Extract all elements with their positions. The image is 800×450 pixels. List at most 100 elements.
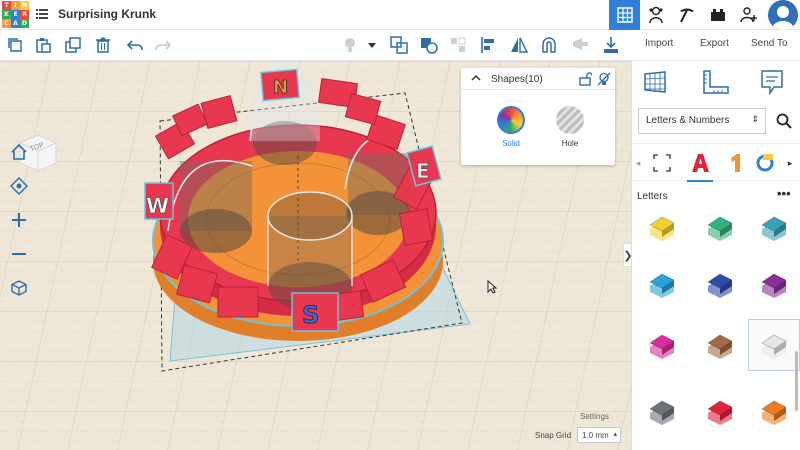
solid-label: Solid (502, 139, 520, 148)
more-options-button[interactable]: ••• (777, 186, 791, 201)
paste-button[interactable] (34, 36, 52, 54)
category-prev-button[interactable]: ◂ (632, 150, 644, 176)
align-icon (481, 37, 494, 53)
ruler-tool-button[interactable] (702, 69, 730, 98)
updown-chevron-icon: ⇕ (751, 114, 759, 124)
inspector-title: Shapes(10) (491, 74, 543, 85)
snap-grid-label: Snap Grid (535, 431, 572, 440)
letter-y-red-tile[interactable] (694, 385, 746, 437)
undo-icon (127, 40, 143, 51)
letter-x-gray-tile[interactable] (636, 385, 688, 437)
workplane-tool-button[interactable] (642, 69, 668, 98)
design-list-icon[interactable] (36, 8, 48, 20)
magnet-icon (542, 37, 556, 53)
letter-v-brown-tile[interactable] (694, 319, 746, 371)
shapes-panel: Letters & Numbers ⇕ ◂ ▸ Letters ••• (631, 61, 800, 450)
search-icon (776, 113, 792, 129)
3d-design-view-button[interactable] (609, 0, 640, 30)
letter-p-green-tile[interactable] (694, 201, 746, 253)
letter-w-text: W (146, 194, 169, 218)
gallery-button[interactable] (640, 0, 671, 30)
copy-icon (8, 38, 22, 52)
duplicate-button[interactable] (64, 36, 82, 54)
letter-n-text: N (273, 77, 288, 98)
letter-q-teal-tile[interactable] (748, 201, 800, 253)
shape-library-select[interactable]: Letters & Numbers ⇕ (638, 108, 766, 134)
workplane-grid-icon (644, 71, 666, 93)
minecraft-button[interactable] (671, 0, 702, 30)
workplane-button[interactable] (449, 36, 467, 54)
letter-s-navy-icon (707, 273, 733, 298)
plus-icon (12, 213, 26, 227)
panel-scrollbar[interactable] (795, 351, 798, 411)
ungroup-icon (421, 38, 438, 54)
mirror-button[interactable] (510, 36, 528, 54)
workplane-viewport[interactable]: N E S W TOP Shapes(10) Solid Hole Settin… (0, 61, 631, 450)
send-to-button[interactable]: Send To (751, 38, 788, 49)
copy-button[interactable] (6, 36, 24, 54)
group-button[interactable] (390, 36, 408, 54)
undo-button[interactable] (126, 36, 144, 54)
bricks-button[interactable] (702, 0, 733, 30)
redo-button[interactable] (154, 36, 172, 54)
invite-button[interactable] (733, 0, 764, 30)
collapse-chevron-icon[interactable] (471, 73, 481, 83)
caret-down-icon (368, 43, 376, 48)
letter-t-purple-tile[interactable] (748, 258, 800, 310)
letter-r-cyan-tile[interactable] (636, 258, 688, 310)
redo-icon (155, 40, 171, 51)
flashlight-button[interactable] (572, 36, 590, 54)
delete-button[interactable] (94, 36, 112, 54)
category-frame[interactable] (649, 150, 675, 176)
letter-block-n[interactable]: N (260, 68, 300, 102)
logo-letter: C (2, 19, 11, 28)
notes-dropdown-button[interactable] (366, 36, 378, 54)
category-symbols[interactable] (752, 150, 778, 176)
drop-button[interactable] (602, 36, 620, 54)
letter-block-s[interactable]: S (291, 292, 339, 332)
notes-button[interactable] (341, 36, 359, 54)
letter-z-orange-tile[interactable] (748, 385, 800, 437)
letter-u-magenta-icon (649, 334, 675, 359)
logo-letter: N (20, 1, 29, 10)
notes-tool-button[interactable] (760, 69, 784, 98)
align-button[interactable] (480, 36, 498, 54)
fit-view-button[interactable] (8, 175, 30, 197)
letter-s-navy-tile[interactable] (694, 258, 746, 310)
import-button[interactable]: Import (645, 38, 673, 49)
hide-lightbulb-icon[interactable] (597, 72, 611, 86)
solid-color-swatch[interactable] (497, 106, 525, 134)
design-title[interactable]: Surprising Krunk (58, 7, 156, 21)
letter-block-w[interactable]: W (144, 182, 174, 220)
zoom-out-button[interactable] (8, 243, 30, 265)
letter-x-gray-icon (649, 400, 675, 425)
letter-q-teal-icon (761, 216, 787, 241)
settings-button[interactable]: Settings (580, 412, 609, 421)
hole-label: Hole (561, 139, 579, 148)
cruise-button[interactable] (540, 36, 558, 54)
letter-w-white-tile[interactable] (748, 319, 800, 371)
zoom-in-button[interactable] (8, 209, 30, 231)
perspective-button[interactable] (8, 277, 30, 299)
user-avatar-icon (772, 6, 794, 30)
category-numbers[interactable] (722, 150, 748, 176)
cube-icon (11, 280, 27, 296)
ungroup-button[interactable] (420, 36, 438, 54)
snap-grid-select[interactable]: 1.0 mm ▴ (577, 427, 621, 443)
letter-o-yellow-icon (649, 216, 675, 241)
mouse-cursor-icon (487, 280, 497, 294)
snap-grid-value: 1.0 mm (582, 431, 609, 440)
home-view-button[interactable] (8, 141, 30, 163)
hole-swatch[interactable] (556, 106, 584, 134)
library-search-button[interactable] (771, 108, 797, 134)
export-button[interactable]: Export (700, 38, 729, 49)
category-next-button[interactable]: ▸ (784, 150, 796, 176)
category-letters[interactable] (687, 150, 713, 176)
avatar[interactable] (768, 0, 798, 30)
letter-o-yellow-tile[interactable] (636, 201, 688, 253)
letter-u-magenta-tile[interactable] (636, 319, 688, 371)
letter-a-icon (692, 154, 709, 172)
frame-icon (653, 154, 671, 172)
tinkercad-logo[interactable]: TINKERCAD (2, 1, 29, 28)
unlock-icon[interactable] (578, 72, 592, 86)
